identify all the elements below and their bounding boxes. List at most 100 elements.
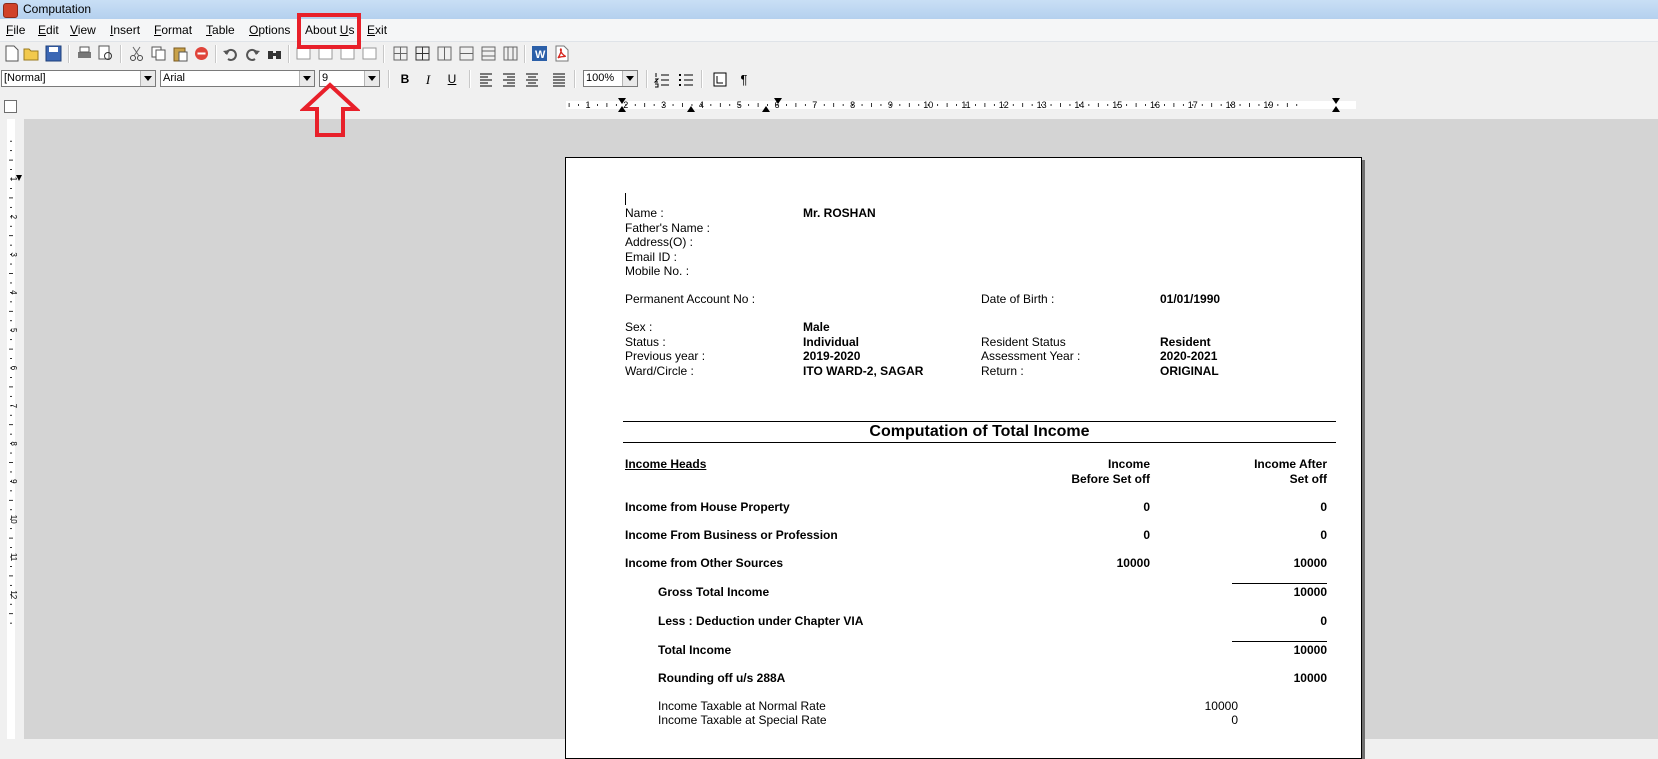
table-merge-icon[interactable]: [361, 45, 378, 62]
status-value: Individual: [803, 335, 860, 349]
bullet-list-icon[interactable]: [677, 71, 695, 88]
zoom-value: 100%: [586, 72, 615, 84]
ward-value: ITO WARD-2, SAGAR: [803, 364, 924, 378]
deduction-value: 0: [1320, 614, 1327, 628]
print-icon[interactable]: [76, 45, 93, 62]
total-income-label: Total Income: [658, 643, 732, 657]
menu-exit[interactable]: Exit: [367, 23, 387, 37]
ruler-number: 1: [9, 177, 18, 182]
ruler-number: 12: [999, 100, 1009, 110]
justify-icon[interactable]: [550, 71, 568, 88]
pdf-export-icon[interactable]: [553, 45, 570, 62]
delete-column-icon[interactable]: [502, 45, 519, 62]
total-income-rule: [1232, 641, 1327, 642]
rounding-value: 10000: [1293, 671, 1327, 685]
special-rate-value: 0: [1231, 713, 1238, 727]
mobile-label: Mobile No. :: [625, 264, 690, 278]
deduction-label: Less : Deduction under Chapter VIA: [658, 614, 864, 628]
page-layout-icon[interactable]: [711, 71, 729, 88]
bold-button[interactable]: B: [396, 71, 414, 88]
table-grid-icon[interactable]: [414, 45, 431, 62]
font-select[interactable]: Arial: [160, 70, 315, 87]
ruler-number: 13: [1037, 100, 1047, 110]
ruler-number: 16: [1150, 100, 1160, 110]
align-center-icon[interactable]: [523, 71, 541, 88]
assessment-year-value: 2020-2021: [1160, 349, 1218, 363]
name-value: Mr. ROSHAN: [803, 206, 876, 220]
paragraph-marks-button[interactable]: ¶: [735, 71, 753, 88]
style-select[interactable]: [Normal]: [1, 70, 156, 87]
ruler-number: 12: [9, 590, 18, 599]
save-icon[interactable]: [45, 45, 62, 62]
insert-column-icon[interactable]: [436, 45, 453, 62]
resident-status-label: Resident Status: [981, 335, 1066, 349]
horizontal-ruler[interactable]: 1 2 3 4 5 6 7 8 9 10 11 12 13 14 15 16 17 18 19: [566, 98, 1356, 112]
vertical-ruler[interactable]: 123456789101112: [0, 119, 22, 739]
rounding-label: Rounding off u/s 288A: [658, 671, 786, 685]
ruler-number: 19: [1263, 100, 1273, 110]
find-icon[interactable]: [266, 45, 283, 62]
ruler-number: 1: [585, 100, 590, 110]
text-cursor: [625, 193, 626, 205]
standard-toolbar: W: [0, 42, 1658, 66]
income-before-header-1: Income: [1107, 457, 1150, 471]
grid-icon[interactable]: [392, 45, 409, 62]
chevron-down-icon[interactable]: [364, 71, 379, 86]
align-right-icon[interactable]: [500, 71, 518, 88]
new-document-icon[interactable]: [3, 45, 20, 62]
return-label: Return :: [981, 364, 1024, 378]
open-folder-icon[interactable]: [23, 45, 40, 62]
ruler-number: 7: [9, 404, 18, 409]
menu-insert[interactable]: Insert: [110, 23, 140, 37]
menu-view[interactable]: View: [70, 23, 96, 37]
chevron-down-icon[interactable]: [622, 71, 637, 86]
gross-total-label: Gross Total Income: [658, 585, 770, 599]
heading-top-rule: [623, 421, 1336, 422]
up-arrow-annotation: [300, 82, 360, 137]
email-label: Email ID :: [625, 250, 678, 264]
menu-table[interactable]: Table: [206, 23, 235, 37]
document-page[interactable]: Name : Mr. ROSHAN Father's Name : Addres…: [565, 157, 1362, 759]
row-before-value: 0: [1143, 500, 1150, 514]
ruler-number: 2: [9, 215, 18, 220]
income-after-header-2: Set off: [1289, 472, 1327, 486]
ward-label: Ward/Circle :: [625, 364, 694, 378]
undo-icon[interactable]: [222, 45, 239, 62]
row-label: Income from Other Sources: [625, 556, 784, 570]
insert-row-icon[interactable]: [458, 45, 475, 62]
ruler-number: 17: [1188, 100, 1198, 110]
ruler-number: 9: [888, 100, 893, 110]
redo-icon[interactable]: [244, 45, 261, 62]
ruler-number: 5: [737, 100, 742, 110]
tab-stop-selector[interactable]: [4, 100, 17, 113]
cut-icon[interactable]: [128, 45, 145, 62]
ruler-number: 14: [1074, 100, 1084, 110]
underline-button[interactable]: U: [443, 71, 461, 88]
copy-icon[interactable]: [150, 45, 167, 62]
numbered-list-icon[interactable]: [653, 71, 671, 88]
style-value: [Normal]: [4, 72, 46, 84]
zoom-select[interactable]: 100%: [583, 70, 638, 87]
paste-icon[interactable]: [172, 45, 189, 62]
delete-row-icon[interactable]: [480, 45, 497, 62]
ruler-number: 6: [9, 366, 18, 371]
menu-format[interactable]: Format: [154, 23, 192, 37]
formatting-toolbar: [Normal] Arial 9 B I U 100% ¶: [0, 67, 1658, 93]
word-export-icon[interactable]: W: [531, 45, 548, 62]
chevron-down-icon[interactable]: [140, 71, 155, 86]
title-bar: Computation: [0, 0, 1658, 20]
total-income-value: 10000: [1293, 643, 1327, 657]
italic-button[interactable]: I: [419, 71, 437, 88]
print-preview-icon[interactable]: [97, 45, 114, 62]
align-left-icon[interactable]: [477, 71, 495, 88]
normal-rate-value: 10000: [1204, 699, 1238, 713]
special-rate-label: Income Taxable at Special Rate: [658, 713, 827, 727]
svg-text:W: W: [535, 49, 546, 61]
return-value: ORIGINAL: [1160, 364, 1219, 378]
ruler-number: 4: [9, 290, 18, 295]
menu-file[interactable]: File: [6, 23, 25, 37]
row-label: Income From Business or Profession: [625, 528, 838, 542]
menu-edit[interactable]: Edit: [38, 23, 59, 37]
menu-options[interactable]: Options: [249, 23, 290, 37]
delete-icon[interactable]: [193, 45, 210, 62]
